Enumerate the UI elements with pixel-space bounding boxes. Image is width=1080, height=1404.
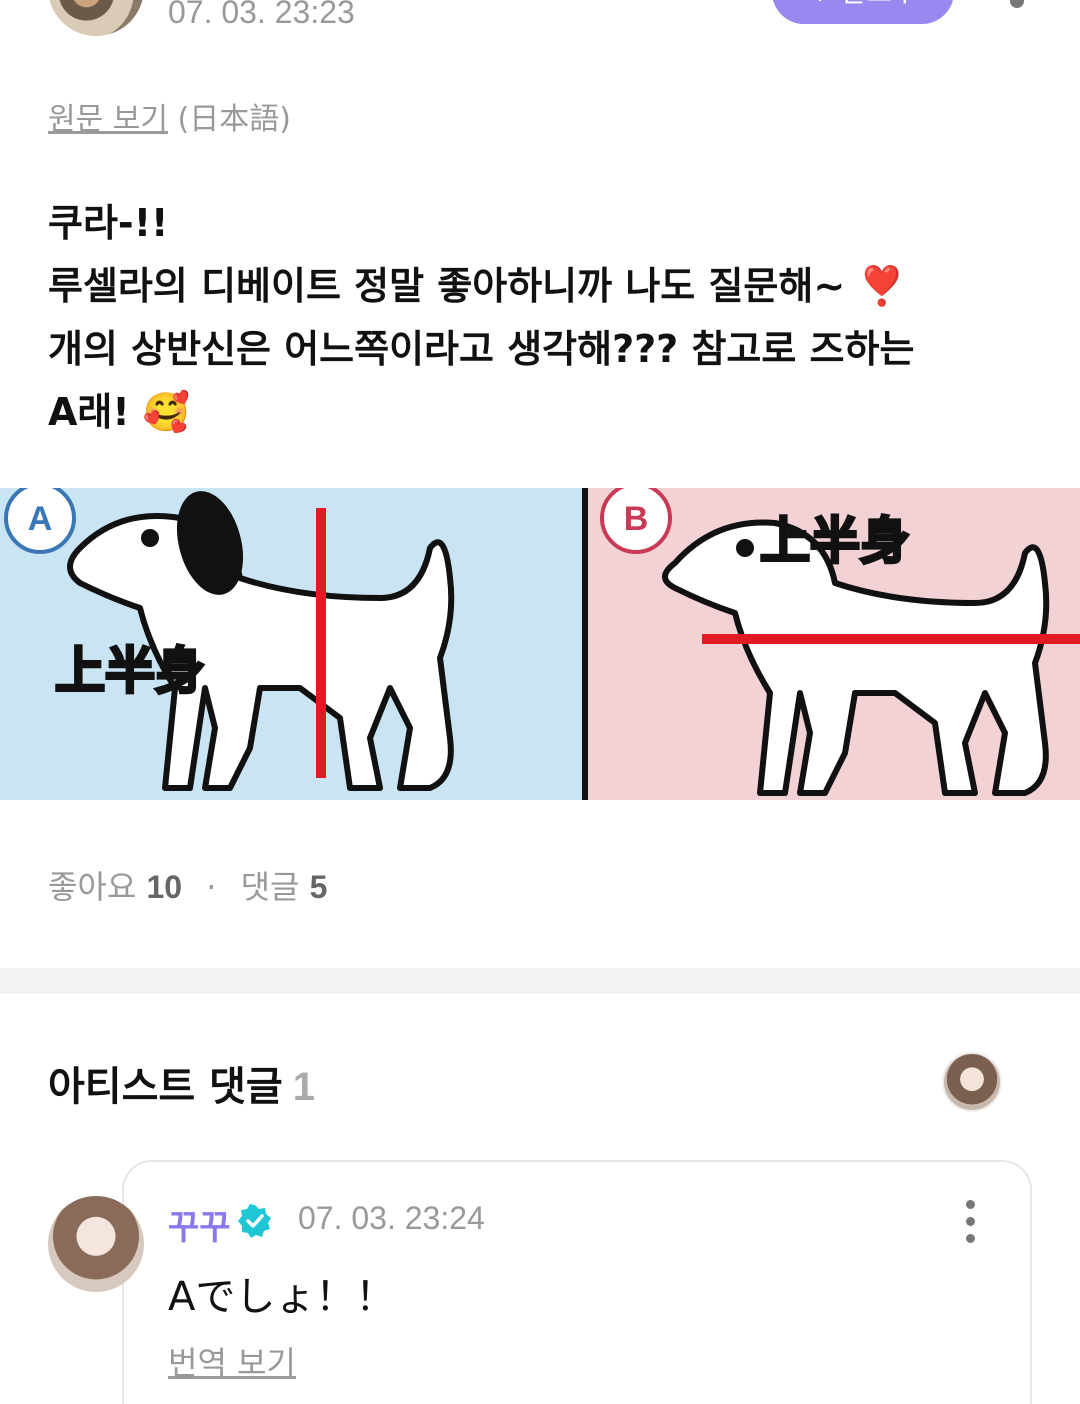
translate-link[interactable]: 번역 보기	[168, 1338, 296, 1384]
panel-a-letter: A	[28, 500, 53, 538]
post-body: 쿠라-!! 루셀라의 디베이트 정말 좋아하니까 나도 질문해~ ❣️ 개의 상…	[48, 201, 915, 434]
comment-more-icon[interactable]	[962, 1200, 978, 1244]
panel-b-letter: B	[624, 500, 649, 538]
follow-button[interactable]: + 팔로우	[772, 0, 954, 24]
artist-avatar[interactable]	[942, 1052, 1002, 1112]
post-image[interactable]: A 上半身 B 上半身	[0, 488, 1080, 800]
view-original: 원문 보기 (日本語)	[48, 94, 291, 138]
likes-label[interactable]: 좋아요	[48, 868, 136, 906]
original-language: (日本語)	[177, 102, 291, 137]
likes-count: 10	[146, 869, 183, 905]
artist-comments-title: 아티스트 댓글 1	[48, 1054, 315, 1112]
artist-comments-count: 1	[292, 1065, 315, 1109]
upper-body-label-b: 上半身	[760, 512, 910, 570]
post-timestamp: 07. 03. 23:23	[168, 0, 355, 30]
comments-count: 5	[309, 869, 328, 905]
commenter-avatar[interactable]	[48, 1196, 144, 1292]
more-options-icon[interactable]	[1010, 0, 1024, 8]
comment-author[interactable]: 꾸꾸	[168, 1200, 231, 1249]
artist-comments-label: 아티스트 댓글	[48, 1064, 283, 1110]
comments-label[interactable]: 댓글	[241, 868, 300, 906]
separator-dot: ·	[206, 868, 217, 906]
comment-timestamp: 07. 03. 23:24	[298, 1200, 485, 1236]
comment-text: Aでしょ！！	[168, 1274, 396, 1320]
section-divider	[0, 968, 1080, 994]
verified-badge-icon	[238, 1204, 271, 1238]
post-stats: 좋아요 10 · 댓글 5	[48, 862, 327, 908]
view-original-link[interactable]: 원문 보기	[48, 102, 168, 137]
author-avatar[interactable]	[48, 0, 144, 36]
upper-body-label-a: 上半身	[55, 642, 205, 700]
